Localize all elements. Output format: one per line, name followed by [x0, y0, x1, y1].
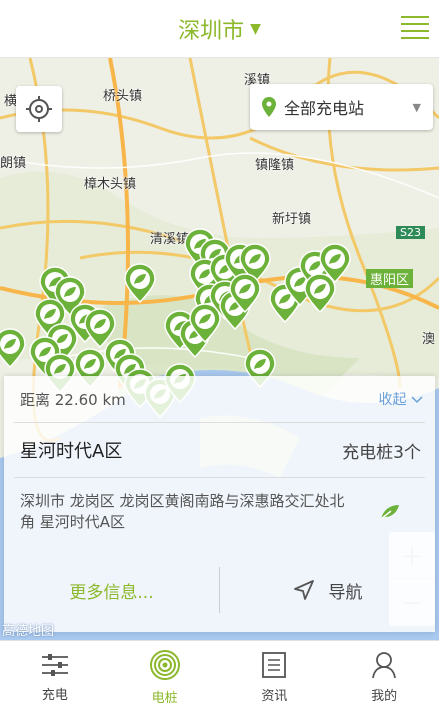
- crosshair-icon[interactable]: [25, 95, 53, 123]
- tab-charge[interactable]: 充电: [0, 641, 110, 713]
- caret-down-icon[interactable]: ▼: [250, 21, 261, 37]
- leaf-plug-icon: [380, 505, 399, 520]
- map-label-qiaotou: 桥头镇: [103, 89, 143, 104]
- distance-text: 距离 22.60 km: [20, 390, 126, 409]
- header-bar: 深圳市 ▼: [0, 0, 439, 58]
- target-icon[interactable]: [149, 649, 181, 681]
- map-label-xinxu: 新圩镇: [272, 212, 312, 227]
- tab-mine[interactable]: 我的: [329, 641, 439, 713]
- collapse-link[interactable]: 收起: [379, 389, 423, 409]
- map-label-zhangmutou: 樟木头镇: [84, 177, 137, 192]
- news-icon[interactable]: [261, 651, 287, 679]
- person-icon[interactable]: [371, 651, 397, 679]
- tab-pile[interactable]: 电桩: [110, 641, 220, 713]
- charging-station-pin[interactable]: [228, 273, 262, 314]
- station-address: 深圳市 龙岗区 龙岗区黄阁南路与深惠路交汇处北角 星河时代A区: [20, 492, 345, 531]
- chevron-down-icon[interactable]: [411, 396, 423, 404]
- location-pin-icon: [262, 97, 276, 117]
- charging-station-pin[interactable]: [303, 273, 337, 314]
- more-info-button[interactable]: 更多信息...: [4, 578, 219, 603]
- tab-label[interactable]: 电桩: [152, 687, 178, 706]
- charging-station-pin[interactable]: [188, 303, 222, 344]
- city-selector[interactable]: 深圳市 ▼: [178, 13, 261, 45]
- tab-label[interactable]: 充电: [42, 684, 68, 703]
- dropdown-arrow-icon[interactable]: ▼: [413, 101, 421, 114]
- sliders-icon[interactable]: [40, 652, 70, 678]
- map-label-lang: 朗镇: [0, 156, 27, 171]
- map-provider-logo: 高德地图: [2, 624, 55, 639]
- map-label-huiyang: 惠阳区: [366, 269, 414, 288]
- menu-icon[interactable]: [401, 16, 429, 40]
- collapse-label[interactable]: 收起: [379, 392, 407, 408]
- locate-button[interactable]: [16, 86, 62, 132]
- charging-station-pin[interactable]: [0, 328, 27, 369]
- tab-news[interactable]: 资讯: [220, 641, 330, 713]
- city-name[interactable]: 深圳市: [178, 13, 244, 45]
- map-label-ao: 澳: [422, 332, 436, 347]
- charging-station-pin[interactable]: [123, 263, 157, 304]
- map-label-zhenlong: 镇隆镇: [255, 158, 295, 173]
- filter-label[interactable]: 全部充电站: [284, 95, 405, 119]
- station-info-card: 距离 22.60 km 收起 星河时代A区 充电桩3个 深圳市 龙岗区 龙岗区黄…: [4, 376, 435, 632]
- highway-badge: S23: [396, 226, 425, 239]
- bottom-tab-bar: 充电 电桩 资讯 我的: [0, 640, 439, 713]
- station-filter-dropdown[interactable]: 全部充电站 ▼: [250, 84, 433, 130]
- navigation-arrow-icon[interactable]: [293, 579, 315, 601]
- tab-label[interactable]: 资讯: [261, 685, 287, 704]
- station-name: 星河时代A区: [20, 441, 123, 462]
- pile-count: 充电桩3个: [342, 442, 421, 463]
- tab-label[interactable]: 我的: [371, 685, 397, 704]
- navigate-label[interactable]: 导航: [329, 578, 363, 603]
- navigate-button[interactable]: 导航: [220, 578, 435, 603]
